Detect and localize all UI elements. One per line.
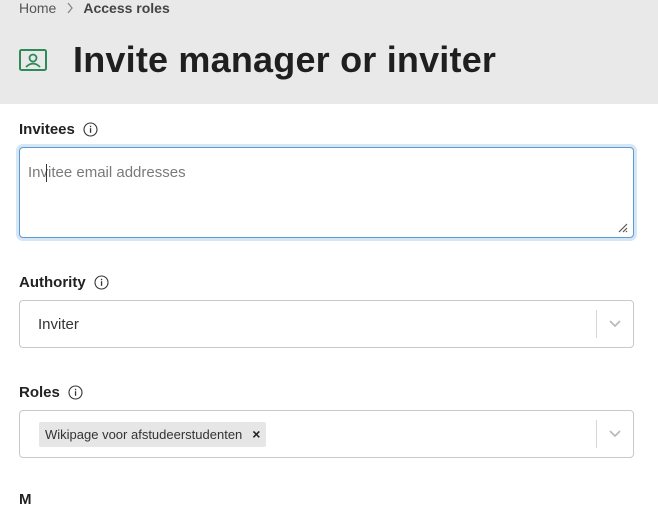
- remove-chip-button[interactable]: ×: [248, 422, 266, 447]
- page-title: Invite manager or inviter: [73, 39, 497, 80]
- authority-label: Authority: [19, 273, 86, 291]
- invitees-label: Invitees: [19, 120, 75, 138]
- authority-selected-value: Inviter: [38, 315, 79, 333]
- authority-label-row: Authority: [19, 272, 109, 292]
- title-row: Invite manager or inviter: [19, 38, 496, 82]
- roles-select[interactable]: Wikipage voor afstudeerstudenten ×: [19, 410, 634, 458]
- invitees-label-row: Invitees: [19, 119, 98, 139]
- breadcrumb: Home Access roles: [19, 0, 170, 16]
- authority-select[interactable]: Inviter: [19, 300, 634, 348]
- info-circle-icon[interactable]: [68, 384, 83, 400]
- text-caret: [46, 164, 47, 182]
- resize-handle-icon[interactable]: [616, 220, 628, 233]
- chevron-down-icon[interactable]: [597, 429, 633, 439]
- roles-chip-container: Wikipage voor afstudeerstudenten ×: [20, 421, 596, 447]
- roles-label: Roles: [19, 383, 60, 401]
- role-chip-label: Wikipage voor afstudeerstudenten: [45, 426, 243, 442]
- breadcrumb-home-link[interactable]: Home: [19, 0, 56, 16]
- roles-label-row: Roles: [19, 382, 83, 402]
- info-circle-icon[interactable]: [83, 121, 98, 137]
- invitees-textarea[interactable]: [20, 148, 633, 237]
- invitees-field[interactable]: [19, 147, 634, 238]
- role-chip: Wikipage voor afstudeerstudenten ×: [39, 421, 267, 447]
- chevron-down-icon[interactable]: [597, 319, 633, 329]
- id-card-icon: [19, 49, 47, 71]
- info-circle-icon[interactable]: [94, 274, 109, 290]
- page-header: Home Access roles Invite manager or invi…: [0, 0, 658, 104]
- chevron-right-icon: [66, 2, 74, 14]
- breadcrumb-current: Access roles: [83, 0, 170, 16]
- next-section-label: M: [19, 491, 32, 508]
